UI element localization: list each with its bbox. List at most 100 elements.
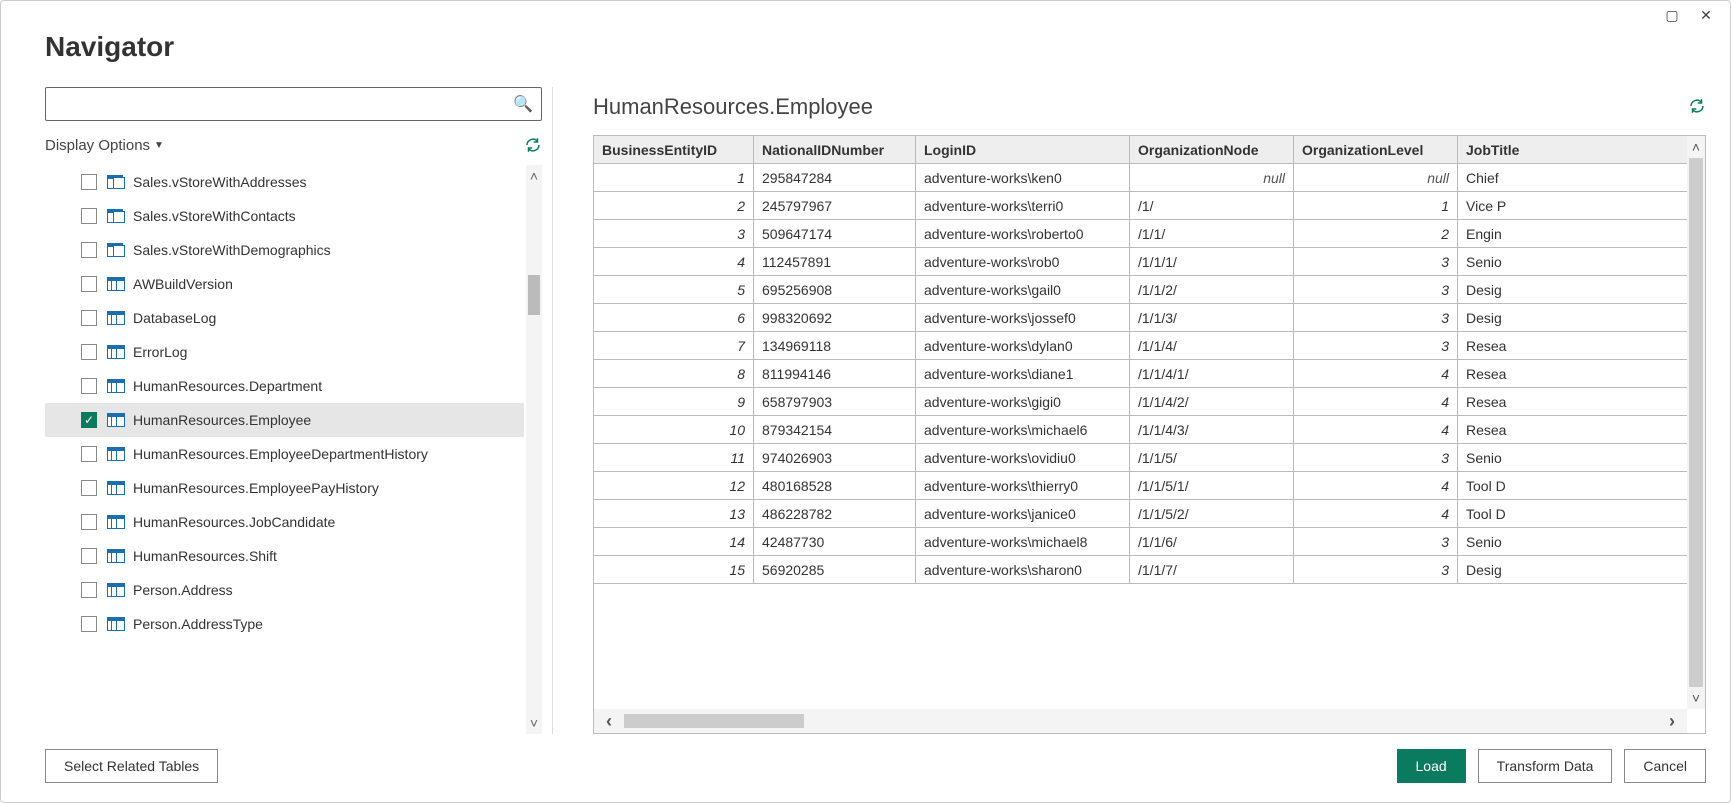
checkbox[interactable] [81,276,97,292]
tree-item[interactable]: Person.AddressType [45,607,524,641]
cancel-button[interactable]: Cancel [1624,749,1706,783]
grid-row[interactable]: 1442487730adventure-works\michael8/1/1/6… [594,528,1687,556]
select-related-tables-button[interactable]: Select Related Tables [45,749,218,783]
maximize-icon[interactable]: ▢ [1662,7,1682,31]
display-options-button[interactable]: Display Options ▼ [45,137,164,154]
scroll-thumb[interactable] [624,714,804,728]
tree-item-label: HumanResources.EmployeePayHistory [133,480,379,496]
checkbox[interactable] [81,208,97,224]
column-header[interactable]: JobTitle [1458,136,1687,163]
cell: 695256908 [754,276,916,303]
refresh-preview-icon[interactable] [1688,97,1706,118]
navigator-tree-pane: 🔍 Display Options ▼ Sales.vStoreWithAddr… [45,87,553,734]
column-header[interactable]: OrganizationNode [1130,136,1294,163]
grid-row[interactable]: 10879342154adventure-works\michael6/1/1/… [594,416,1687,444]
tree: Sales.vStoreWithAddressesSales.vStoreWit… [45,165,524,734]
scroll-thumb[interactable] [1689,158,1703,687]
table-icon [107,379,125,393]
scroll-up-icon[interactable]: ˄ [1687,136,1705,158]
grid-vscrollbar[interactable]: ˄ ˅ [1687,136,1705,709]
tree-item[interactable]: Sales.vStoreWithDemographics [45,233,524,267]
grid-row[interactable]: 5695256908adventure-works\gail0/1/1/2/3D… [594,276,1687,304]
grid-row[interactable]: 8811994146adventure-works\diane1/1/1/4/1… [594,360,1687,388]
tree-item[interactable]: Sales.vStoreWithAddresses [45,165,524,199]
grid-row[interactable]: 11974026903adventure-works\ovidiu0/1/1/5… [594,444,1687,472]
checkbox[interactable] [81,344,97,360]
cell: 4 [1294,360,1458,387]
grid-hscrollbar[interactable]: ‹ › [594,709,1687,733]
grid-row[interactable]: 9658797903adventure-works\gigi0/1/1/4/2/… [594,388,1687,416]
checkbox[interactable] [81,378,97,394]
tree-item[interactable]: ErrorLog [45,335,524,369]
window-controls: ▢ ✕ [1662,1,1730,31]
scroll-left-icon[interactable]: ‹ [594,711,624,732]
tree-item-label: DatabaseLog [133,310,216,326]
cell: 7 [594,332,754,359]
tree-item[interactable]: HumanResources.EmployeeDepartmentHistory [45,437,524,471]
cell: 3 [1294,276,1458,303]
tree-item-label: Sales.vStoreWithDemographics [133,242,331,258]
search-box[interactable]: 🔍 [45,87,542,121]
cell: adventure-works\ovidiu0 [916,444,1130,471]
grid-row[interactable]: 3509647174adventure-works\roberto0/1/1/2… [594,220,1687,248]
display-options-row: Display Options ▼ [45,131,542,159]
cell: Resea [1458,388,1687,415]
grid-row[interactable]: 12480168528adventure-works\thierry0/1/1/… [594,472,1687,500]
cell: 879342154 [754,416,916,443]
tree-item[interactable]: HumanResources.Department [45,369,524,403]
table-icon [107,311,125,325]
tree-item[interactable]: Sales.vStoreWithContacts [45,199,524,233]
checkbox[interactable] [81,242,97,258]
cell: 486228782 [754,500,916,527]
checkbox[interactable] [81,446,97,462]
cell: 11 [594,444,754,471]
tree-item[interactable]: HumanResources.Shift [45,539,524,573]
transform-data-button[interactable]: Transform Data [1478,749,1613,783]
tree-item[interactable]: DatabaseLog [45,301,524,335]
grid-row[interactable]: 7134969118adventure-works\dylan0/1/1/4/3… [594,332,1687,360]
tree-item[interactable]: HumanResources.JobCandidate [45,505,524,539]
grid-row[interactable]: 2245797967adventure-works\terri0/1/1Vice… [594,192,1687,220]
checkbox[interactable] [81,616,97,632]
checkbox[interactable] [81,174,97,190]
checkbox[interactable] [81,480,97,496]
table-icon [107,345,125,359]
checkbox[interactable] [81,310,97,326]
scroll-down-icon[interactable]: ˅ [1687,687,1705,709]
tree-scrollbar[interactable]: ˄ ˅ [526,165,542,734]
refresh-icon[interactable] [524,136,542,154]
scroll-up-icon[interactable]: ˄ [526,165,542,187]
checkbox[interactable] [81,582,97,598]
checkbox[interactable]: ✓ [81,412,97,428]
grid-row[interactable]: 6998320692adventure-works\jossef0/1/1/3/… [594,304,1687,332]
tree-item[interactable]: Person.Address [45,573,524,607]
tree-item[interactable]: HumanResources.EmployeePayHistory [45,471,524,505]
column-header[interactable]: BusinessEntityID [594,136,754,163]
scroll-thumb[interactable] [528,275,540,315]
column-header[interactable]: OrganizationLevel [1294,136,1458,163]
dialog-body: 🔍 Display Options ▼ Sales.vStoreWithAddr… [45,87,1706,734]
cell: Chief [1458,164,1687,191]
grid-row[interactable]: 1556920285adventure-works\sharon0/1/1/7/… [594,556,1687,584]
cell: 1 [594,164,754,191]
load-button[interactable]: Load [1397,749,1466,783]
grid-row[interactable]: 13486228782adventure-works\janice0/1/1/5… [594,500,1687,528]
checkbox[interactable] [81,514,97,530]
tree-item[interactable]: ✓HumanResources.Employee [45,403,524,437]
close-icon[interactable]: ✕ [1696,7,1716,31]
tree-item[interactable]: AWBuildVersion [45,267,524,301]
cell: adventure-works\rob0 [916,248,1130,275]
column-header[interactable]: LoginID [916,136,1130,163]
grid-row[interactable]: 1295847284adventure-works\ken0nullnullCh… [594,164,1687,192]
scroll-down-icon[interactable]: ˅ [526,712,542,734]
checkbox[interactable] [81,548,97,564]
scroll-right-icon[interactable]: › [1657,711,1687,732]
grid-row[interactable]: 4112457891adventure-works\rob0/1/1/1/3Se… [594,248,1687,276]
search-icon[interactable]: 🔍 [513,94,533,114]
cell: 5 [594,276,754,303]
cell: Senio [1458,248,1687,275]
cell: 4 [1294,388,1458,415]
display-options-label: Display Options [45,137,150,154]
column-header[interactable]: NationalIDNumber [754,136,916,163]
search-input[interactable] [46,88,541,120]
